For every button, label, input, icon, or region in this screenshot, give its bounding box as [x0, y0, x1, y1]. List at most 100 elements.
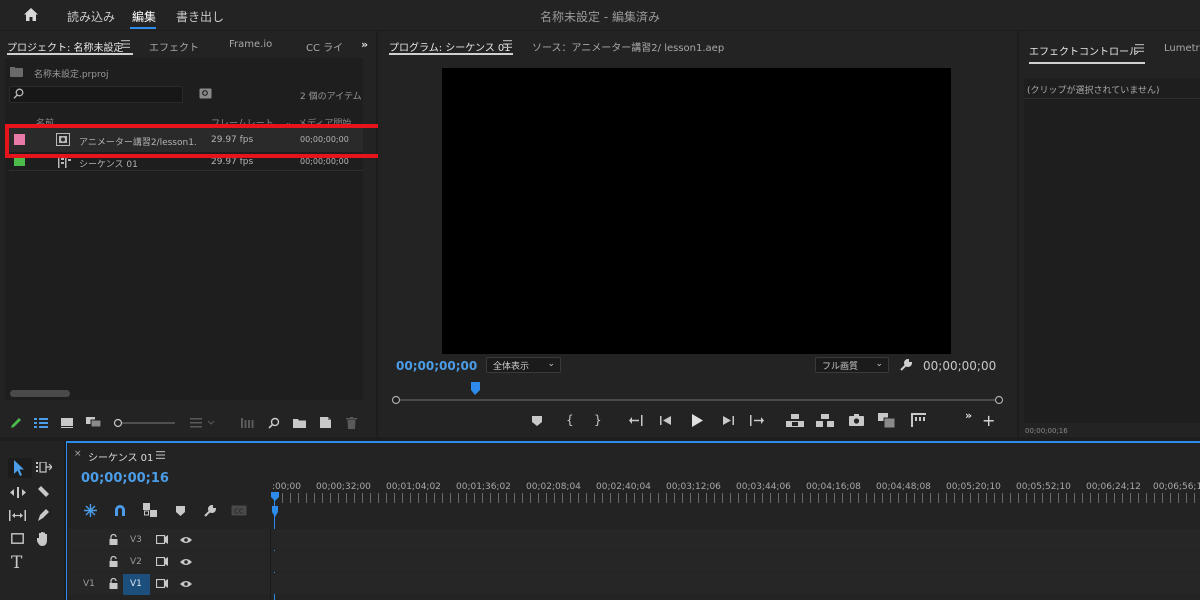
- lock-icon[interactable]: [109, 556, 118, 567]
- track-row-v2[interactable]: [68, 551, 1200, 572]
- rectangle-tool-icon[interactable]: [11, 533, 24, 544]
- tab-sequence[interactable]: シーケンス 01: [88, 449, 153, 464]
- panel-menu-icon[interactable]: [156, 451, 165, 459]
- ruler-label: :00;00: [272, 482, 301, 492]
- in-point-handle-icon[interactable]: [391, 395, 401, 405]
- track-label[interactable]: V2: [130, 557, 142, 567]
- playhead-marker-icon[interactable]: [470, 382, 484, 396]
- item-name[interactable]: シーケンス 01: [79, 157, 138, 170]
- comparison-view-icon[interactable]: [878, 413, 895, 428]
- sync-lock-icon[interactable]: [156, 557, 168, 566]
- tab-effects[interactable]: エフェクト: [149, 39, 199, 54]
- safe-margins-icon[interactable]: [911, 413, 926, 427]
- pencil-icon[interactable]: [10, 417, 22, 429]
- camera-icon[interactable]: [849, 414, 864, 426]
- wrench-icon[interactable]: [899, 358, 913, 372]
- panel-menu-icon[interactable]: [1135, 44, 1144, 52]
- tab-program[interactable]: プログラム: シーケンス 01: [389, 39, 511, 54]
- close-icon[interactable]: ×: [74, 449, 82, 459]
- snap-magnet-icon[interactable]: [114, 504, 126, 516]
- eye-icon[interactable]: [180, 580, 192, 588]
- timeline-timecode[interactable]: 00;00;00;16: [81, 471, 169, 486]
- add-marker-icon[interactable]: [176, 506, 185, 516]
- search-input[interactable]: [9, 86, 183, 103]
- panel-menu-icon[interactable]: [503, 40, 512, 48]
- panel-menu-icon[interactable]: [121, 40, 130, 48]
- ruler-label: 00;00;32;00: [316, 482, 371, 492]
- out-point-handle-icon[interactable]: [994, 395, 1004, 405]
- freeform-view-icon[interactable]: [86, 417, 102, 428]
- track-label[interactable]: V1: [130, 579, 142, 589]
- sort-icons-icon[interactable]: [190, 418, 216, 428]
- sync-lock-icon[interactable]: [156, 535, 168, 544]
- tab-frameio[interactable]: Frame.io: [229, 39, 272, 50]
- pen-tool-icon[interactable]: [37, 508, 50, 522]
- track-label[interactable]: V3: [130, 535, 142, 545]
- tab-project[interactable]: プロジェクト: 名称未設定: [7, 39, 124, 54]
- list-view-icon[interactable]: [34, 418, 48, 428]
- tab-source[interactable]: ソース：アニメーター講習2/ lesson1.aep: [532, 39, 724, 54]
- eye-icon[interactable]: [180, 558, 192, 566]
- item-framerate: 29.97 fps: [211, 157, 254, 167]
- go-to-out-icon[interactable]: [749, 415, 764, 426]
- tab-cc-libraries[interactable]: CC ライ: [306, 39, 343, 54]
- track-row-v1[interactable]: [68, 573, 1200, 594]
- button-editor-plus-icon[interactable]: +: [982, 413, 995, 429]
- find-icon[interactable]: [268, 417, 280, 429]
- hand-tool-icon[interactable]: [36, 531, 50, 546]
- effect-controls-content: [1024, 78, 1200, 423]
- razor-tool-icon[interactable]: [37, 485, 50, 498]
- effect-timecode: 00;00;00;16: [1025, 427, 1068, 435]
- ripple-edit-tool-icon[interactable]: [10, 487, 26, 498]
- lift-icon[interactable]: [786, 414, 804, 427]
- new-bin-search-icon[interactable]: [199, 88, 212, 99]
- ruler-label: 00;01;04;02: [386, 482, 441, 492]
- svg-text:CC: CC: [234, 508, 244, 516]
- slip-tool-icon[interactable]: [9, 510, 26, 521]
- tab-lumetri[interactable]: Lumetri: [1164, 43, 1200, 54]
- source-patch-label[interactable]: V1: [83, 579, 95, 589]
- play-icon[interactable]: [691, 414, 703, 427]
- playhead-timecode[interactable]: 00;00;00;00: [396, 359, 477, 373]
- new-bin-icon[interactable]: [293, 418, 306, 428]
- panel-overflow-icon[interactable]: »: [361, 38, 368, 51]
- go-to-in-icon[interactable]: [629, 415, 644, 426]
- ruler-ticks: [274, 493, 1200, 503]
- sync-lock-icon[interactable]: [156, 579, 168, 588]
- linked-selection-icon[interactable]: [143, 503, 157, 517]
- mark-out-icon[interactable]: }: [594, 413, 602, 427]
- icon-view-icon[interactable]: [61, 418, 73, 428]
- eye-icon[interactable]: [180, 536, 192, 544]
- video-preview[interactable]: [442, 68, 951, 354]
- selection-tool-icon[interactable]: [14, 460, 25, 476]
- tab-effect-controls[interactable]: エフェクトコントロール: [1029, 43, 1139, 58]
- captions-icon[interactable]: CC: [231, 505, 247, 516]
- zoom-dropdown-label: 全体表示: [493, 362, 530, 372]
- nest-toggle-icon[interactable]: [84, 504, 97, 517]
- new-item-icon[interactable]: [320, 417, 331, 428]
- add-marker-icon[interactable]: [532, 416, 542, 426]
- zoom-dropdown[interactable]: 全体表示 ⌄: [486, 357, 561, 373]
- quality-dropdown[interactable]: フル画質 ⌄: [815, 357, 889, 373]
- step-forward-icon[interactable]: [722, 415, 734, 426]
- scrub-bar[interactable]: [395, 399, 1003, 401]
- lock-icon[interactable]: [109, 578, 118, 589]
- track-select-tool-icon[interactable]: [36, 462, 52, 473]
- track-row-v3[interactable]: [68, 529, 1200, 550]
- folder-icon: [10, 67, 23, 77]
- trash-icon[interactable]: [346, 417, 357, 429]
- automate-to-sequence-icon[interactable]: [241, 418, 254, 428]
- tab-underline: [389, 53, 513, 55]
- window-title: 名称未設定 - 編集済み: [540, 10, 660, 24]
- extract-icon[interactable]: [816, 414, 834, 427]
- mark-in-icon[interactable]: {: [566, 413, 574, 427]
- overflow-icon[interactable]: »: [965, 409, 972, 422]
- step-back-icon[interactable]: [660, 415, 672, 426]
- type-tool-icon[interactable]: T: [11, 553, 22, 573]
- label-color-swatch[interactable]: [14, 157, 25, 166]
- horizontal-scrollbar[interactable]: [10, 390, 70, 397]
- zoom-slider[interactable]: [113, 418, 175, 428]
- timeline-settings-wrench-icon[interactable]: [203, 504, 217, 518]
- playhead-marker-icon[interactable]: [271, 492, 279, 518]
- lock-icon[interactable]: [109, 534, 118, 545]
